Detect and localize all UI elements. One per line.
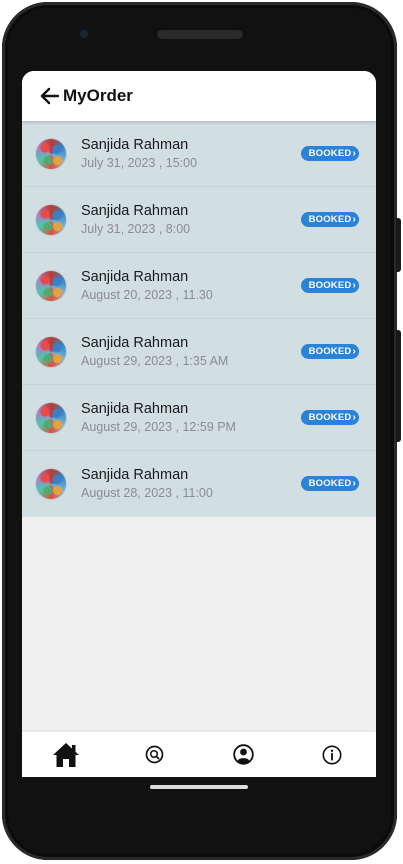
avatar	[36, 270, 66, 301]
chevron-right-icon: ›	[352, 412, 356, 423]
order-datetime: July 31, 2023 , 8:00	[81, 221, 191, 236]
speaker-grille	[157, 30, 243, 39]
order-datetime: August 20, 2023 , 11.30	[81, 287, 213, 302]
customer-name: Sanjida Rahman	[81, 202, 189, 219]
app-screen: MyOrder Sanjida Rahman July 31, 2023 , 15…	[22, 71, 376, 777]
status-label: BOOKED	[308, 280, 352, 291]
nav-search[interactable]	[135, 735, 175, 775]
status-label: BOOKED	[308, 346, 352, 357]
avatar	[36, 138, 66, 169]
status-label: BOOKED	[308, 478, 352, 489]
order-row[interactable]: Sanjida Rahman July 31, 2023 , 15:00 BOOKE…	[22, 121, 376, 187]
order-info: Sanjida Rahman August 29, 2023 , 1:35 AM	[81, 335, 228, 369]
nav-home[interactable]	[46, 735, 86, 775]
status-badge[interactable]: BOOKED ›	[300, 476, 359, 491]
order-datetime: August 29, 2023 , 12:59 PM	[81, 419, 236, 434]
chevron-right-icon: ›	[352, 478, 356, 489]
avatar	[36, 336, 66, 367]
customer-name: Sanjida Rahman	[81, 467, 189, 483]
chevron-right-icon: ›	[352, 214, 356, 225]
nav-info[interactable]	[312, 735, 352, 775]
order-info: Sanjida Rahman August 28, 2023 , 11:00	[81, 467, 213, 501]
order-info: Sanjida Rahman August 20, 2023 , 11.30	[81, 269, 213, 303]
order-datetime: August 29, 2023 , 1:35 AM	[81, 353, 229, 368]
avatar	[36, 402, 66, 433]
customer-name: Sanjida Rahman	[81, 136, 189, 153]
order-datetime: July 31, 2023 , 15:00	[81, 155, 198, 170]
home-icon	[53, 742, 80, 767]
order-list: Sanjida Rahman July 31, 2023 , 15:00 BOOKE…	[22, 121, 376, 517]
order-row[interactable]: Sanjida Rahman July 31, 2023 , 8:00 BOOKED…	[22, 187, 376, 253]
nav-profile[interactable]	[223, 735, 263, 775]
order-datetime: August 28, 2023 , 11:00	[81, 486, 213, 500]
status-label: BOOKED	[308, 148, 352, 159]
status-label: BOOKED	[308, 214, 352, 225]
front-camera	[77, 27, 91, 41]
app-bar: MyOrder	[22, 71, 376, 121]
status-badge[interactable]: BOOKED ›	[300, 410, 359, 425]
order-row[interactable]: Sanjida Rahman August 29, 2023 , 1:35 AM B…	[22, 319, 376, 385]
order-info: Sanjida Rahman August 29, 2023 , 12:59 PM	[81, 401, 236, 435]
status-badge[interactable]: BOOKED ›	[300, 344, 359, 359]
status-label: BOOKED	[308, 412, 352, 423]
arrow-left-icon	[40, 87, 59, 105]
order-info: Sanjida Rahman July 31, 2023 , 8:00	[81, 203, 190, 237]
page-title: MyOrder	[63, 86, 133, 105]
order-row[interactable]: Sanjida Rahman August 29, 2023 , 12:59 PM…	[22, 385, 376, 451]
status-badge[interactable]: BOOKED ›	[300, 212, 359, 227]
bottom-navigation	[22, 732, 376, 777]
avatar	[36, 204, 66, 235]
chevron-right-icon: ›	[352, 148, 356, 159]
status-badge[interactable]: BOOKED ›	[300, 278, 359, 293]
chevron-right-icon: ›	[352, 280, 356, 291]
order-row[interactable]: Sanjida Rahman August 20, 2023 , 11.30 BOO…	[22, 253, 376, 319]
customer-name: Sanjida Rahman	[81, 268, 189, 285]
back-button[interactable]	[38, 85, 60, 107]
power-button	[396, 218, 401, 272]
chevron-right-icon: ›	[352, 346, 356, 357]
avatar	[36, 469, 66, 499]
profile-icon	[233, 744, 254, 765]
search-icon	[145, 745, 164, 764]
customer-name: Sanjida Rahman	[81, 334, 189, 351]
customer-name: Sanjida Rahman	[81, 400, 189, 417]
order-info: Sanjida Rahman July 31, 2023 , 15:00	[81, 137, 197, 171]
status-badge[interactable]: BOOKED ›	[300, 146, 359, 161]
volume-button	[396, 330, 401, 442]
order-row[interactable]: Sanjida Rahman August 28, 2023 , 11:00 BOO…	[22, 451, 376, 517]
info-icon	[322, 745, 342, 764]
home-indicator	[150, 785, 248, 789]
